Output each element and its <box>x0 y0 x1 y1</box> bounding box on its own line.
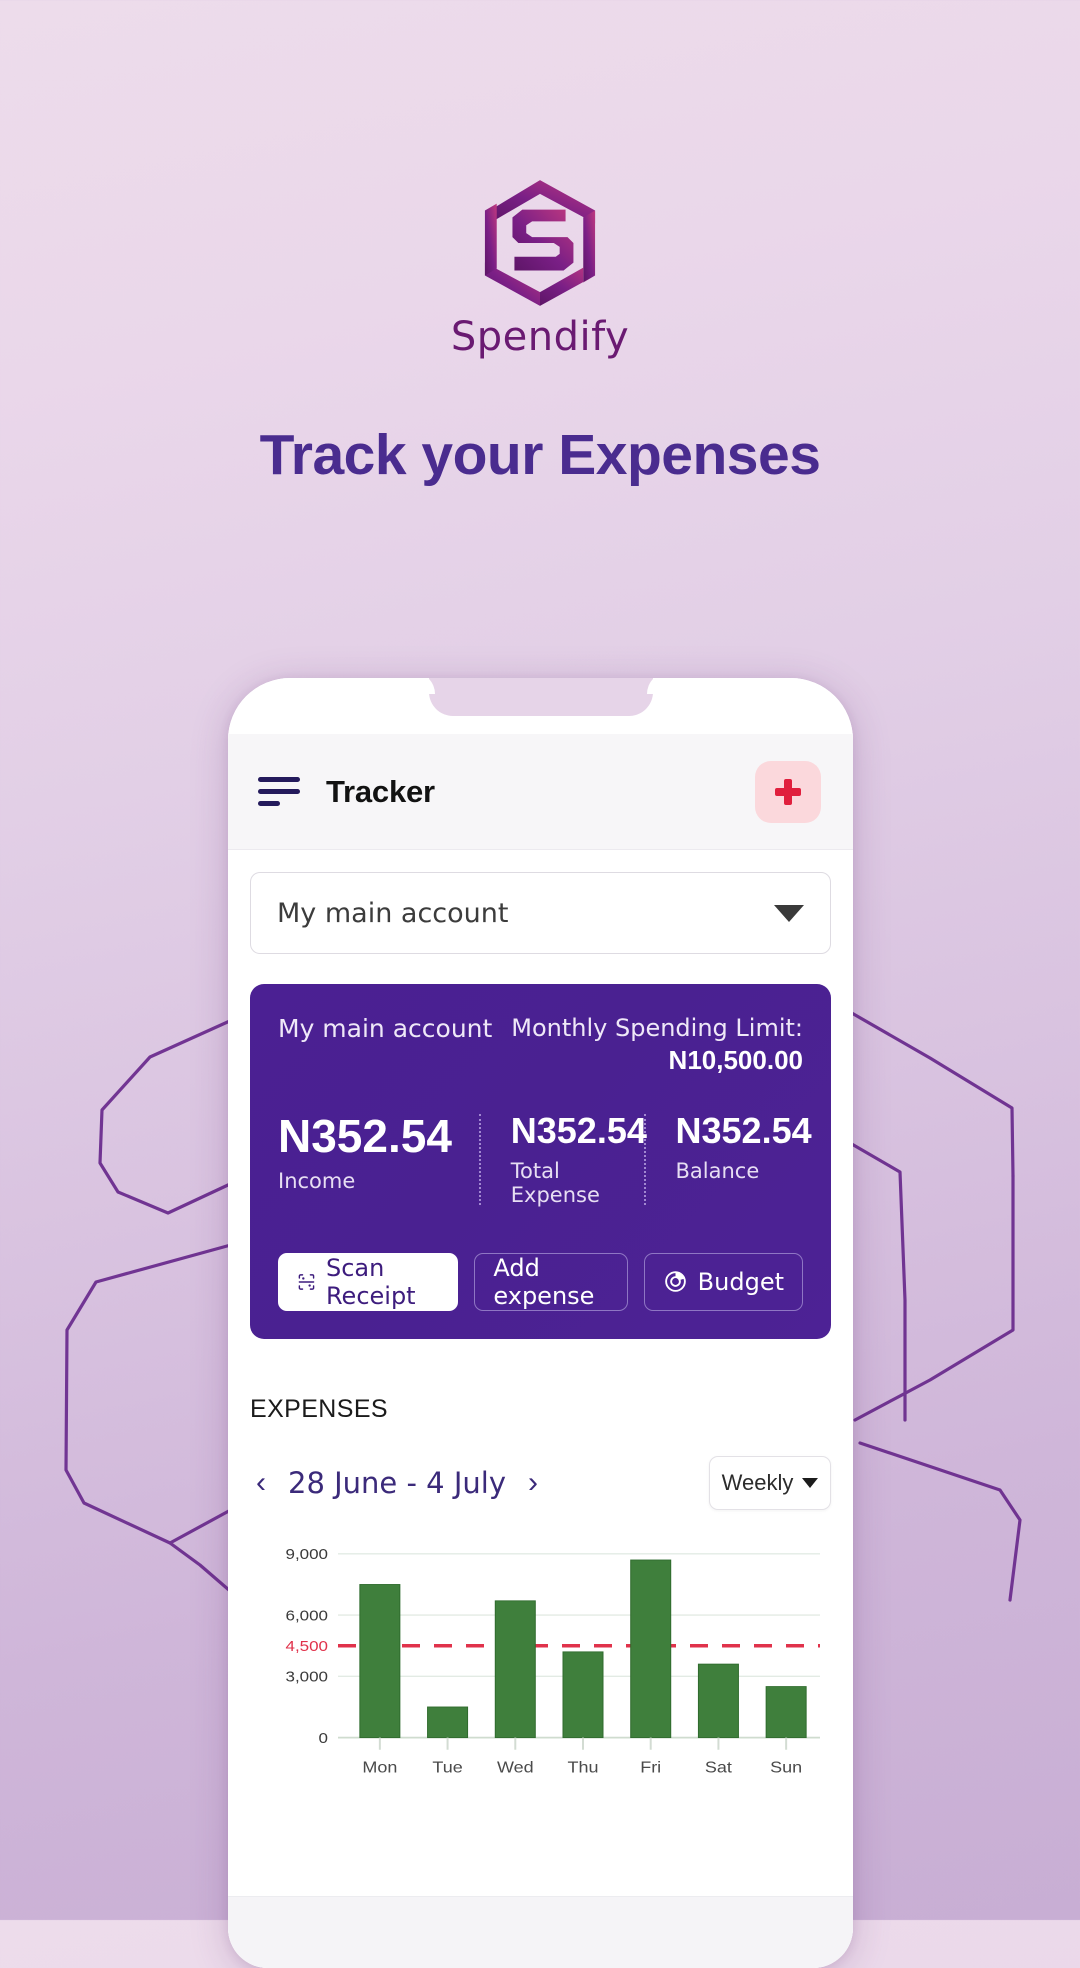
plus-icon <box>773 777 803 807</box>
hex-outline-right-large <box>853 1174 1015 1422</box>
chart-canvas: 0 3,000 6,000 4,500 9,000 Mon Tue Wed Thu Fri Sat S… <box>286 1547 820 1776</box>
expenses-section: EXPENSES ‹ 28 June - 4 July › Weekly 0 3,… <box>228 1395 853 1800</box>
add-expense-label: Add expense <box>493 1253 595 1310</box>
hex-outline-right-lower <box>858 1441 1022 1602</box>
summary-header: My main account Monthly Spending Limit: … <box>278 1014 803 1076</box>
chart-x-tick-label: Sun <box>770 1758 802 1776</box>
stat-total-expense-amount: N352.54 <box>510 1110 647 1151</box>
app-bar-title: Tracker <box>326 773 435 809</box>
hex-outline-left-large <box>64 1241 240 1545</box>
hex-outline-right-upper <box>848 1010 1015 1178</box>
chart-x-tick-label: Tue <box>432 1758 462 1776</box>
budget-button[interactable]: Budget <box>643 1252 803 1311</box>
summary-actions: Scan Receipt Add expense Budget <box>278 1252 803 1311</box>
period-select-value: Weekly <box>721 1469 794 1495</box>
expenses-date-nav: ‹ 28 June - 4 July › Weekly <box>250 1455 831 1510</box>
chart-bar <box>494 1600 536 1738</box>
chart-y-tick-label: 3,000 <box>286 1669 329 1685</box>
spending-limit-block: Monthly Spending Limit: N10,500.00 <box>511 1014 803 1076</box>
account-select[interactable]: My main account <box>250 872 831 954</box>
chart-bar <box>765 1685 807 1738</box>
brand-logo-group: Spendify <box>0 0 1080 360</box>
chart-y-tick-label: 9,000 <box>286 1547 329 1563</box>
phone-screen: Tracker My main account My main account … <box>228 678 853 1968</box>
stat-balance-amount: N352.54 <box>675 1110 812 1151</box>
stat-total-expense: N352.54 Total Expense <box>481 1110 647 1207</box>
stat-income-amount: N352.54 <box>278 1110 452 1162</box>
expenses-section-title: EXPENSES <box>250 1394 388 1423</box>
scan-receipt-button[interactable]: Scan Receipt <box>278 1252 459 1311</box>
chevron-down-icon <box>774 904 804 922</box>
hex-outline-right-mid <box>848 1141 907 1422</box>
chevron-right-icon[interactable]: › <box>522 1467 544 1498</box>
chart-bar <box>562 1651 604 1738</box>
add-expense-button[interactable]: Add expense <box>474 1252 628 1311</box>
stat-balance: N352.54 Balance <box>646 1110 812 1183</box>
chart-x-tick-label: Wed <box>497 1758 534 1776</box>
spending-limit-value: N10,500.00 <box>668 1045 803 1075</box>
chart-x-tick-label: Fri <box>640 1758 661 1776</box>
app-content: My main account My main account Monthly … <box>228 850 853 1339</box>
bottom-bar <box>228 1896 853 1968</box>
chart-x-tick-label: Mon <box>362 1758 397 1776</box>
stat-balance-label: Balance <box>675 1158 760 1183</box>
scan-receipt-icon <box>298 1273 315 1290</box>
chevron-down-icon <box>802 1477 819 1488</box>
add-transaction-button[interactable] <box>755 760 821 823</box>
app-bar: Tracker <box>228 734 853 850</box>
hex-outline-left-upper <box>98 1013 245 1215</box>
account-select-value: My main account <box>277 897 509 929</box>
summary-account-name: My main account <box>278 1014 493 1043</box>
stat-total-expense-label: Total Expense <box>510 1158 600 1207</box>
budget-label: Budget <box>697 1267 784 1296</box>
phone-mockup: Tracker My main account My main account … <box>228 678 853 1968</box>
chart-x-tick-label: Thu <box>568 1758 599 1776</box>
chart-y-tick-label: 6,000 <box>286 1608 329 1624</box>
chart-y-tick-label: 4,500 <box>286 1639 329 1655</box>
chart-bar <box>630 1559 672 1738</box>
hamburger-menu-icon[interactable] <box>258 777 300 806</box>
hexagon-s-logo-icon <box>484 180 596 306</box>
brand-wordmark: Spendify <box>450 314 630 360</box>
phone-notch <box>406 678 675 716</box>
chart-bar <box>427 1706 469 1738</box>
hero-section: Spendify Track your Expenses <box>0 0 1080 488</box>
summary-stats: N352.54 Income N352.54 Total Expense N35… <box>278 1110 812 1207</box>
date-range-label: 28 June - 4 July <box>288 1465 506 1500</box>
stat-income: N352.54 Income <box>278 1110 479 1194</box>
account-summary-card: My main account Monthly Spending Limit: … <box>250 984 831 1339</box>
chart-y-tick-label: 0 <box>319 1731 329 1747</box>
expenses-bar-chart: 0 3,000 6,000 4,500 9,000 Mon Tue Wed Thu Fri Sat S… <box>250 1540 831 1800</box>
scan-receipt-label: Scan Receipt <box>325 1253 416 1310</box>
chevron-left-icon[interactable]: ‹ <box>250 1467 272 1498</box>
budget-donut-icon <box>664 1271 686 1293</box>
chart-bar <box>359 1583 401 1738</box>
stat-income-label: Income <box>278 1169 356 1194</box>
chart-bar <box>697 1663 739 1738</box>
period-select[interactable]: Weekly <box>709 1455 831 1510</box>
page-title: Track your Expenses <box>259 423 821 487</box>
spending-limit-label: Monthly Spending Limit: <box>511 1014 803 1042</box>
chart-x-tick-label: Sat <box>705 1758 732 1776</box>
